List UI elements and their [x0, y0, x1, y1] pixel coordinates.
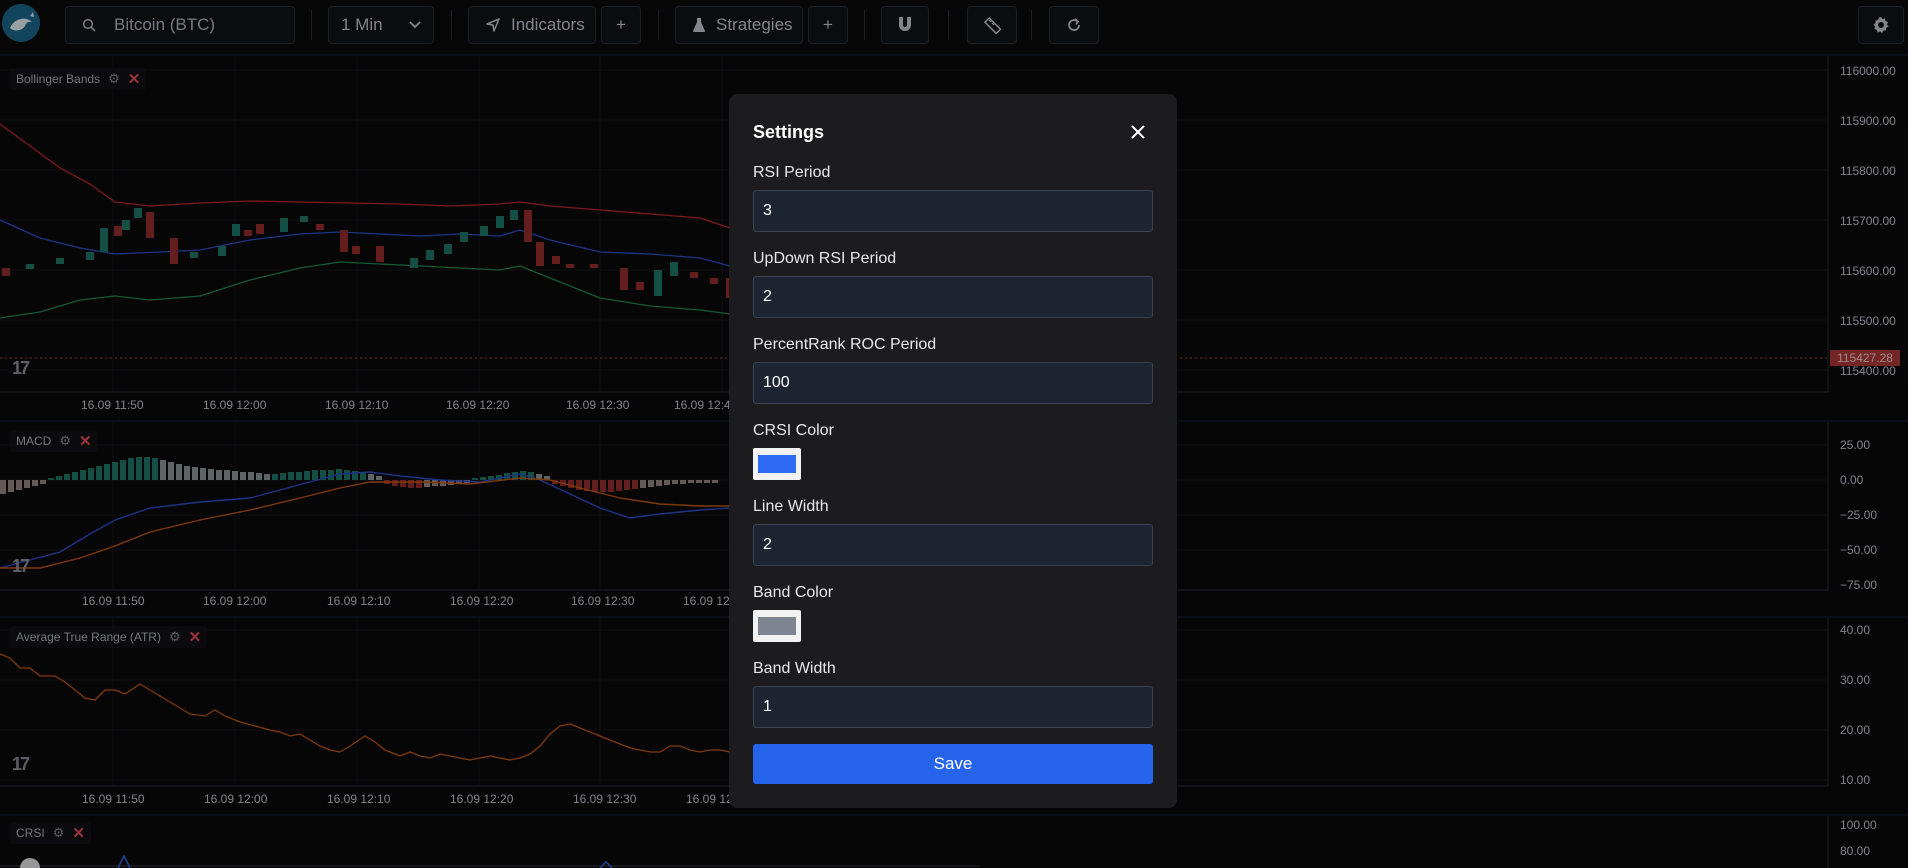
percentrank-roc-period-label: PercentRank ROC Period [753, 336, 937, 353]
crsi-color-swatch [758, 455, 796, 473]
band-color-swatch [758, 617, 796, 635]
band-width-input[interactable] [753, 686, 1153, 728]
band-width-label: Band Width [753, 660, 836, 677]
rsi-period-input[interactable] [753, 190, 1153, 232]
updown-rsi-period-input[interactable] [753, 276, 1153, 318]
percentrank-roc-period-input[interactable] [753, 362, 1153, 404]
line-width-input[interactable] [753, 524, 1153, 566]
rsi-period-label: RSI Period [753, 164, 831, 181]
settings-dialog: Settings RSI Period UpDown RSI Period Pe… [729, 94, 1177, 808]
crsi-color-picker[interactable] [753, 448, 801, 480]
updown-rsi-period-label: UpDown RSI Period [753, 250, 897, 267]
line-width-label: Line Width [753, 498, 829, 515]
close-icon [1131, 125, 1145, 139]
dialog-title: Settings [753, 122, 825, 142]
save-button[interactable]: Save [753, 744, 1153, 784]
close-button[interactable] [1126, 120, 1150, 144]
band-color-picker[interactable] [753, 610, 801, 642]
crsi-color-label: CRSI Color [753, 422, 834, 439]
band-color-label: Band Color [753, 584, 834, 601]
